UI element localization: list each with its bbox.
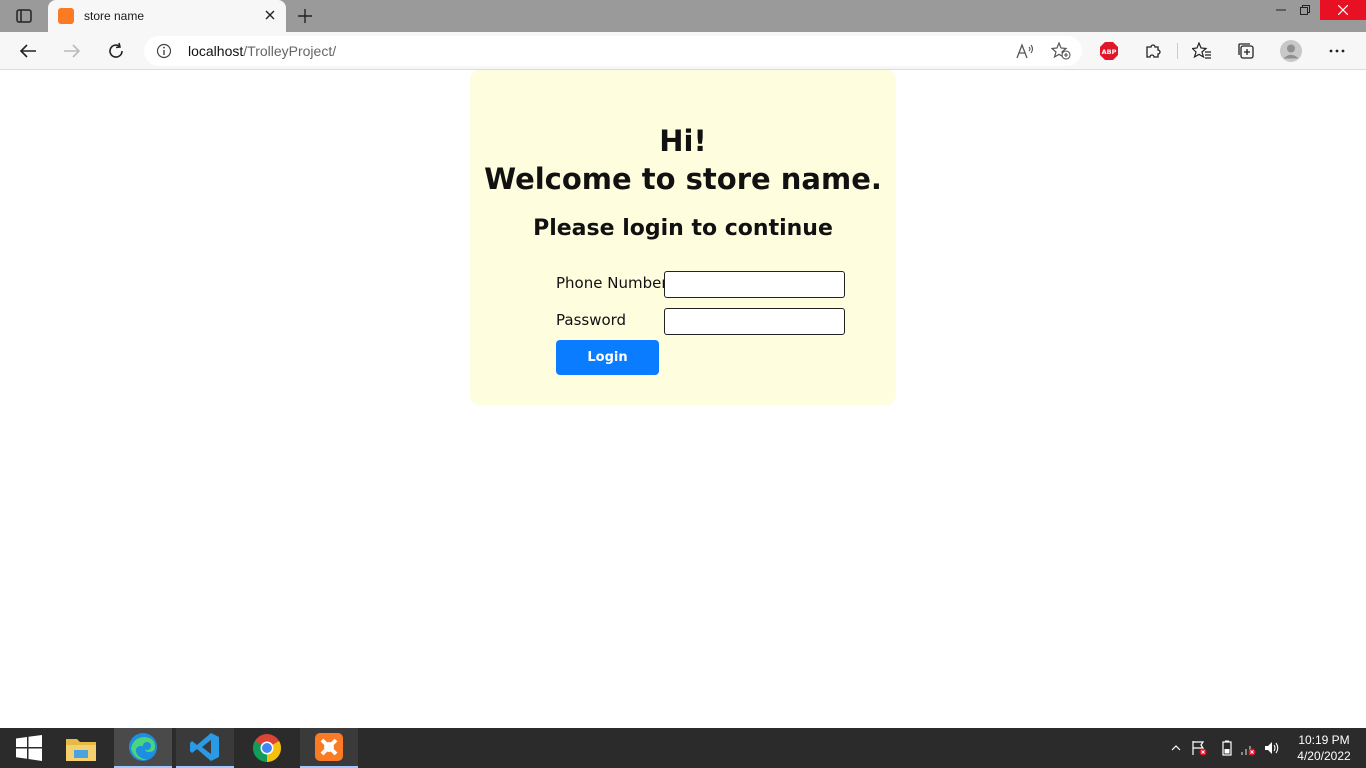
refresh-button[interactable] — [103, 38, 129, 64]
url-host: localhost — [188, 43, 244, 59]
profile-button[interactable] — [1278, 38, 1304, 64]
minimize-button[interactable] — [1268, 0, 1294, 20]
adblock-extension-button[interactable]: ABP — [1096, 38, 1122, 64]
avatar-icon — [1280, 40, 1302, 62]
collections-icon — [1238, 43, 1254, 59]
greeting-line-2: Welcome to store name. — [484, 162, 882, 196]
browser-tab[interactable]: store name — [48, 0, 286, 32]
tab-title: store name — [84, 9, 145, 23]
back-button[interactable] — [15, 38, 41, 64]
taskbar-file-explorer[interactable] — [52, 728, 110, 768]
volume-button[interactable] — [1264, 740, 1280, 756]
chevron-up-icon — [1171, 745, 1181, 751]
show-hidden-icons-button[interactable] — [1168, 740, 1184, 756]
puzzle-icon — [1146, 44, 1161, 58]
forward-button[interactable] — [59, 38, 85, 64]
speaker-icon — [1265, 742, 1279, 754]
phone-number-input[interactable] — [664, 271, 845, 298]
login-button[interactable]: Login — [556, 340, 659, 375]
minimize-icon — [1276, 9, 1286, 11]
action-center-flag-button[interactable] — [1191, 740, 1207, 756]
arrow-right-icon — [64, 44, 81, 58]
password-input[interactable] — [664, 308, 845, 335]
url-path: /TrolleyProject/ — [243, 43, 337, 59]
favorites-icon — [1192, 42, 1211, 59]
page-viewport: Hi! Welcome to store name. Please login … — [0, 70, 1366, 728]
login-card: Hi! Welcome to store name. Please login … — [470, 70, 896, 405]
xampp-icon — [315, 733, 343, 761]
url-text[interactable]: localhost/TrolleyProject/ — [188, 43, 336, 59]
chrome-icon — [253, 734, 281, 762]
login-subheading: Please login to continue — [533, 216, 833, 241]
settings-menu-button[interactable] — [1324, 38, 1350, 64]
read-aloud-button[interactable] — [1012, 38, 1038, 64]
restore-button[interactable] — [1292, 0, 1318, 20]
taskbar-visual-studio-code[interactable] — [176, 728, 234, 768]
phone-number-label: Phone Number — [556, 274, 668, 292]
tab-close-button[interactable] — [262, 7, 278, 23]
start-button[interactable] — [0, 728, 58, 768]
adblock-plus-icon: ABP — [1100, 42, 1118, 60]
taskbar-clock[interactable]: 10:19 PM 4/20/2022 — [1290, 732, 1358, 764]
read-aloud-icon — [1016, 43, 1034, 59]
windows-taskbar: 10:19 PM 4/20/2022 — [0, 728, 1366, 768]
refresh-icon — [109, 42, 123, 58]
add-favorite-button[interactable] — [1048, 38, 1074, 64]
address-bar[interactable]: localhost/TrolleyProject/ — [144, 36, 1082, 66]
windows-logo-icon — [16, 735, 42, 761]
restore-icon — [1300, 5, 1310, 15]
window-close-button[interactable] — [1320, 0, 1366, 20]
tab-actions-icon — [16, 9, 32, 23]
close-icon — [265, 10, 275, 20]
collections-button[interactable] — [1233, 38, 1259, 64]
favorites-button[interactable] — [1189, 38, 1215, 64]
greeting-line-1: Hi! — [659, 124, 707, 158]
password-label: Password — [556, 311, 627, 329]
toolbar-divider — [1177, 43, 1178, 59]
new-tab-button[interactable] — [295, 6, 315, 26]
xampp-favicon-icon — [58, 8, 74, 24]
greeting: Hi! Welcome to store name. — [470, 122, 896, 198]
battery-icon — [1222, 740, 1232, 756]
network-disconnected-icon — [1241, 746, 1256, 756]
extensions-button[interactable] — [1140, 38, 1166, 64]
folder-icon — [66, 739, 96, 761]
edge-icon — [129, 733, 157, 761]
vscode-icon — [190, 733, 219, 761]
clock-date: 4/20/2022 — [1297, 749, 1351, 763]
plus-icon — [298, 9, 312, 23]
arrow-left-icon — [19, 44, 36, 58]
flag-icon — [1192, 741, 1207, 756]
close-icon — [1338, 5, 1348, 15]
more-icon — [1329, 49, 1345, 53]
tab-actions-button[interactable] — [10, 6, 38, 26]
clock-time: 10:19 PM — [1298, 733, 1350, 747]
browser-toolbar: localhost/TrolleyProject/ ABP — [0, 32, 1366, 70]
battery-button[interactable] — [1219, 740, 1235, 756]
info-icon[interactable] — [156, 43, 172, 59]
star-add-icon — [1051, 42, 1071, 60]
browser-tab-strip: store name — [0, 0, 1366, 32]
svg-text:ABP: ABP — [1102, 48, 1117, 56]
taskbar-google-chrome[interactable] — [238, 728, 296, 768]
taskbar-microsoft-edge[interactable] — [114, 728, 172, 768]
network-button[interactable] — [1240, 740, 1256, 756]
taskbar-xampp[interactable] — [300, 728, 358, 768]
